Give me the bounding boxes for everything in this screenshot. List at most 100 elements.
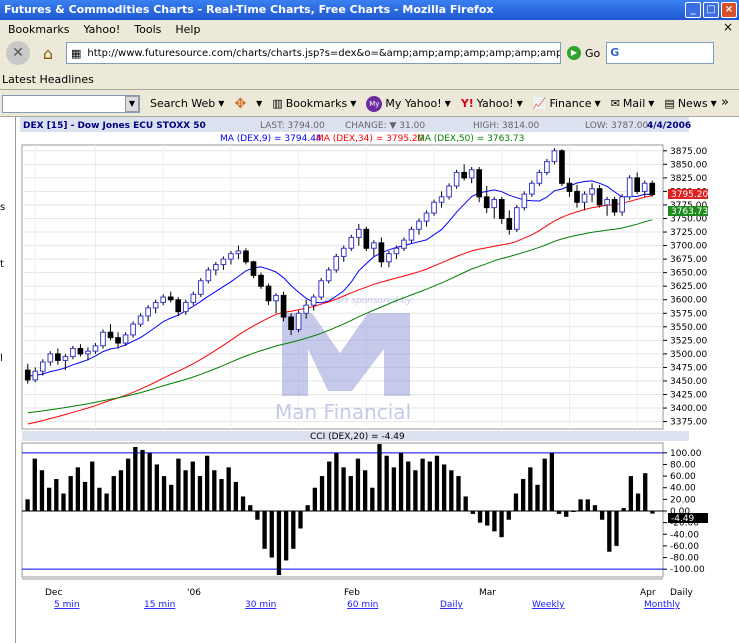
cci-bar bbox=[133, 447, 138, 511]
finance-button[interactable]: 📈 Finance ▼ bbox=[533, 97, 601, 110]
period-daily[interactable]: Daily bbox=[440, 600, 463, 610]
cci-bar bbox=[427, 461, 432, 511]
period-15min[interactable]: 15 min bbox=[144, 600, 175, 610]
price-tick-label: 3450.00 bbox=[670, 377, 707, 387]
search-web-button[interactable]: Search Web ▼ bbox=[150, 97, 224, 110]
cci-bar bbox=[82, 481, 88, 511]
candle-body bbox=[47, 353, 54, 363]
cci-bar bbox=[61, 493, 66, 511]
price-tick-label: 3825.00 bbox=[670, 174, 707, 184]
bookmarks-button[interactable]: ▥ Bookmarks ▼ bbox=[272, 97, 356, 110]
cci-tick-label: -100.00 bbox=[670, 565, 705, 575]
latest-headlines-link[interactable]: Latest Headlines bbox=[2, 73, 94, 86]
google-icon: G bbox=[610, 46, 620, 59]
candle-body bbox=[280, 294, 287, 318]
x-label-feb: Feb bbox=[344, 588, 360, 598]
chevron-down-icon: ▼ bbox=[648, 99, 655, 108]
period-60min[interactable]: 60 min bbox=[347, 600, 378, 610]
candle-body bbox=[574, 190, 580, 203]
ma9-legend: MA (DEX,9) = 3794.44 bbox=[220, 134, 322, 144]
cci-bar bbox=[513, 493, 519, 511]
yahoo-toolbar: ▼ Search Web ▼ ✥ ▼ ▥ Bookmarks ▼ My My Y… bbox=[0, 91, 739, 117]
candle-body bbox=[483, 196, 490, 209]
candle-body bbox=[468, 169, 475, 179]
cci-bar bbox=[169, 484, 174, 511]
menu-tools[interactable]: Tools bbox=[134, 23, 161, 36]
cci-bar bbox=[176, 458, 181, 511]
menu-help[interactable]: Help bbox=[175, 23, 200, 36]
cci-bar bbox=[571, 511, 576, 512]
period-5min[interactable]: 5 min bbox=[54, 600, 80, 610]
yahoo-globe-icon[interactable]: ✥ bbox=[234, 96, 246, 112]
close-tab-icon[interactable]: × bbox=[723, 20, 733, 34]
candle-body bbox=[190, 293, 197, 303]
cci-bar bbox=[54, 479, 59, 511]
finance-chart-icon: 📈 bbox=[532, 97, 547, 110]
minimize-button[interactable]: _ bbox=[685, 2, 701, 18]
ma50-price-tag-text: 3763.73 bbox=[671, 207, 708, 217]
my-yahoo-button[interactable]: My My Yahoo! ▼ bbox=[366, 95, 451, 112]
home-icon[interactable]: ⌂ bbox=[36, 41, 60, 65]
cci-bar bbox=[398, 452, 404, 511]
candle-body bbox=[386, 253, 392, 263]
candle-body bbox=[589, 188, 595, 195]
news-button[interactable]: ▤ News ▼ bbox=[664, 97, 716, 110]
yahoo-search-dropdown-icon[interactable]: ▼ bbox=[125, 95, 139, 112]
go-button[interactable]: ▶ Go bbox=[567, 46, 600, 60]
cci-bar bbox=[291, 511, 296, 549]
candle-body bbox=[611, 199, 618, 213]
period-30min[interactable]: 30 min bbox=[245, 600, 276, 610]
price-tick-label: 3700.00 bbox=[670, 242, 707, 252]
menu-bookmarks[interactable]: Bookmarks bbox=[8, 23, 69, 36]
cci-bar bbox=[348, 476, 353, 511]
cci-tick-label: 60.00 bbox=[670, 472, 696, 482]
candle-body bbox=[619, 196, 625, 213]
x-label-dec: Dec bbox=[45, 588, 62, 598]
candle-body bbox=[363, 228, 370, 249]
yahoo-label: Yahoo! bbox=[476, 97, 514, 110]
cci-bar bbox=[212, 470, 217, 511]
yahoo-search-input[interactable]: ▼ bbox=[2, 94, 140, 113]
stop-icon[interactable]: ✕ bbox=[6, 41, 30, 65]
search-input[interactable]: G bbox=[606, 42, 715, 64]
period-weekly[interactable]: Weekly bbox=[532, 600, 565, 610]
candle-body bbox=[559, 150, 565, 184]
candle-body bbox=[529, 182, 535, 195]
yahoo-button[interactable]: Y! Yahoo! ▼ bbox=[461, 97, 523, 110]
cci-bar bbox=[592, 505, 598, 511]
chart-date: 4/4/2006 bbox=[647, 121, 691, 131]
left-letter-s: s bbox=[0, 202, 6, 213]
candle-body bbox=[641, 182, 648, 192]
maximize-button[interactable]: □ bbox=[703, 2, 719, 18]
cci-bar bbox=[90, 461, 95, 511]
url-bar[interactable]: ▦ http://www.futuresource.com/charts/cha… bbox=[66, 42, 561, 64]
candle-body bbox=[197, 280, 204, 295]
cci-bar bbox=[528, 467, 533, 511]
period-monthly[interactable]: Monthly bbox=[644, 600, 681, 610]
page-icon: ▦ bbox=[71, 46, 82, 60]
window-title-text: Futures & Commodities Charts - Real-Time… bbox=[4, 3, 494, 16]
cci-bar bbox=[549, 452, 555, 511]
menu-yahoo[interactable]: Yahoo! bbox=[83, 23, 120, 36]
x-label-mar: Mar bbox=[479, 588, 496, 598]
chevron-down-icon: ▼ bbox=[218, 99, 225, 108]
cci-tick-label: 20.00 bbox=[670, 495, 696, 505]
candle-body bbox=[498, 199, 505, 219]
sponsored-text: chart sponsored by: bbox=[325, 296, 415, 306]
candle-body bbox=[167, 296, 174, 301]
cci-bar bbox=[362, 470, 368, 511]
more-chevron-icon[interactable]: » bbox=[721, 95, 729, 110]
cci-bar bbox=[556, 511, 562, 514]
cci-bar bbox=[147, 452, 152, 511]
cci-bar bbox=[564, 511, 569, 517]
close-button[interactable]: × bbox=[721, 2, 737, 18]
candle-body bbox=[265, 285, 272, 302]
mail-button[interactable]: ✉ Mail ▼ bbox=[611, 97, 655, 110]
chevron-down-icon[interactable]: ▼ bbox=[256, 99, 262, 108]
cci-bar bbox=[477, 511, 483, 523]
finance-label: Finance bbox=[549, 97, 592, 110]
cci-bar bbox=[485, 511, 490, 526]
news-label: News bbox=[677, 97, 708, 110]
candle-body bbox=[137, 315, 144, 325]
candle-body bbox=[476, 169, 483, 198]
